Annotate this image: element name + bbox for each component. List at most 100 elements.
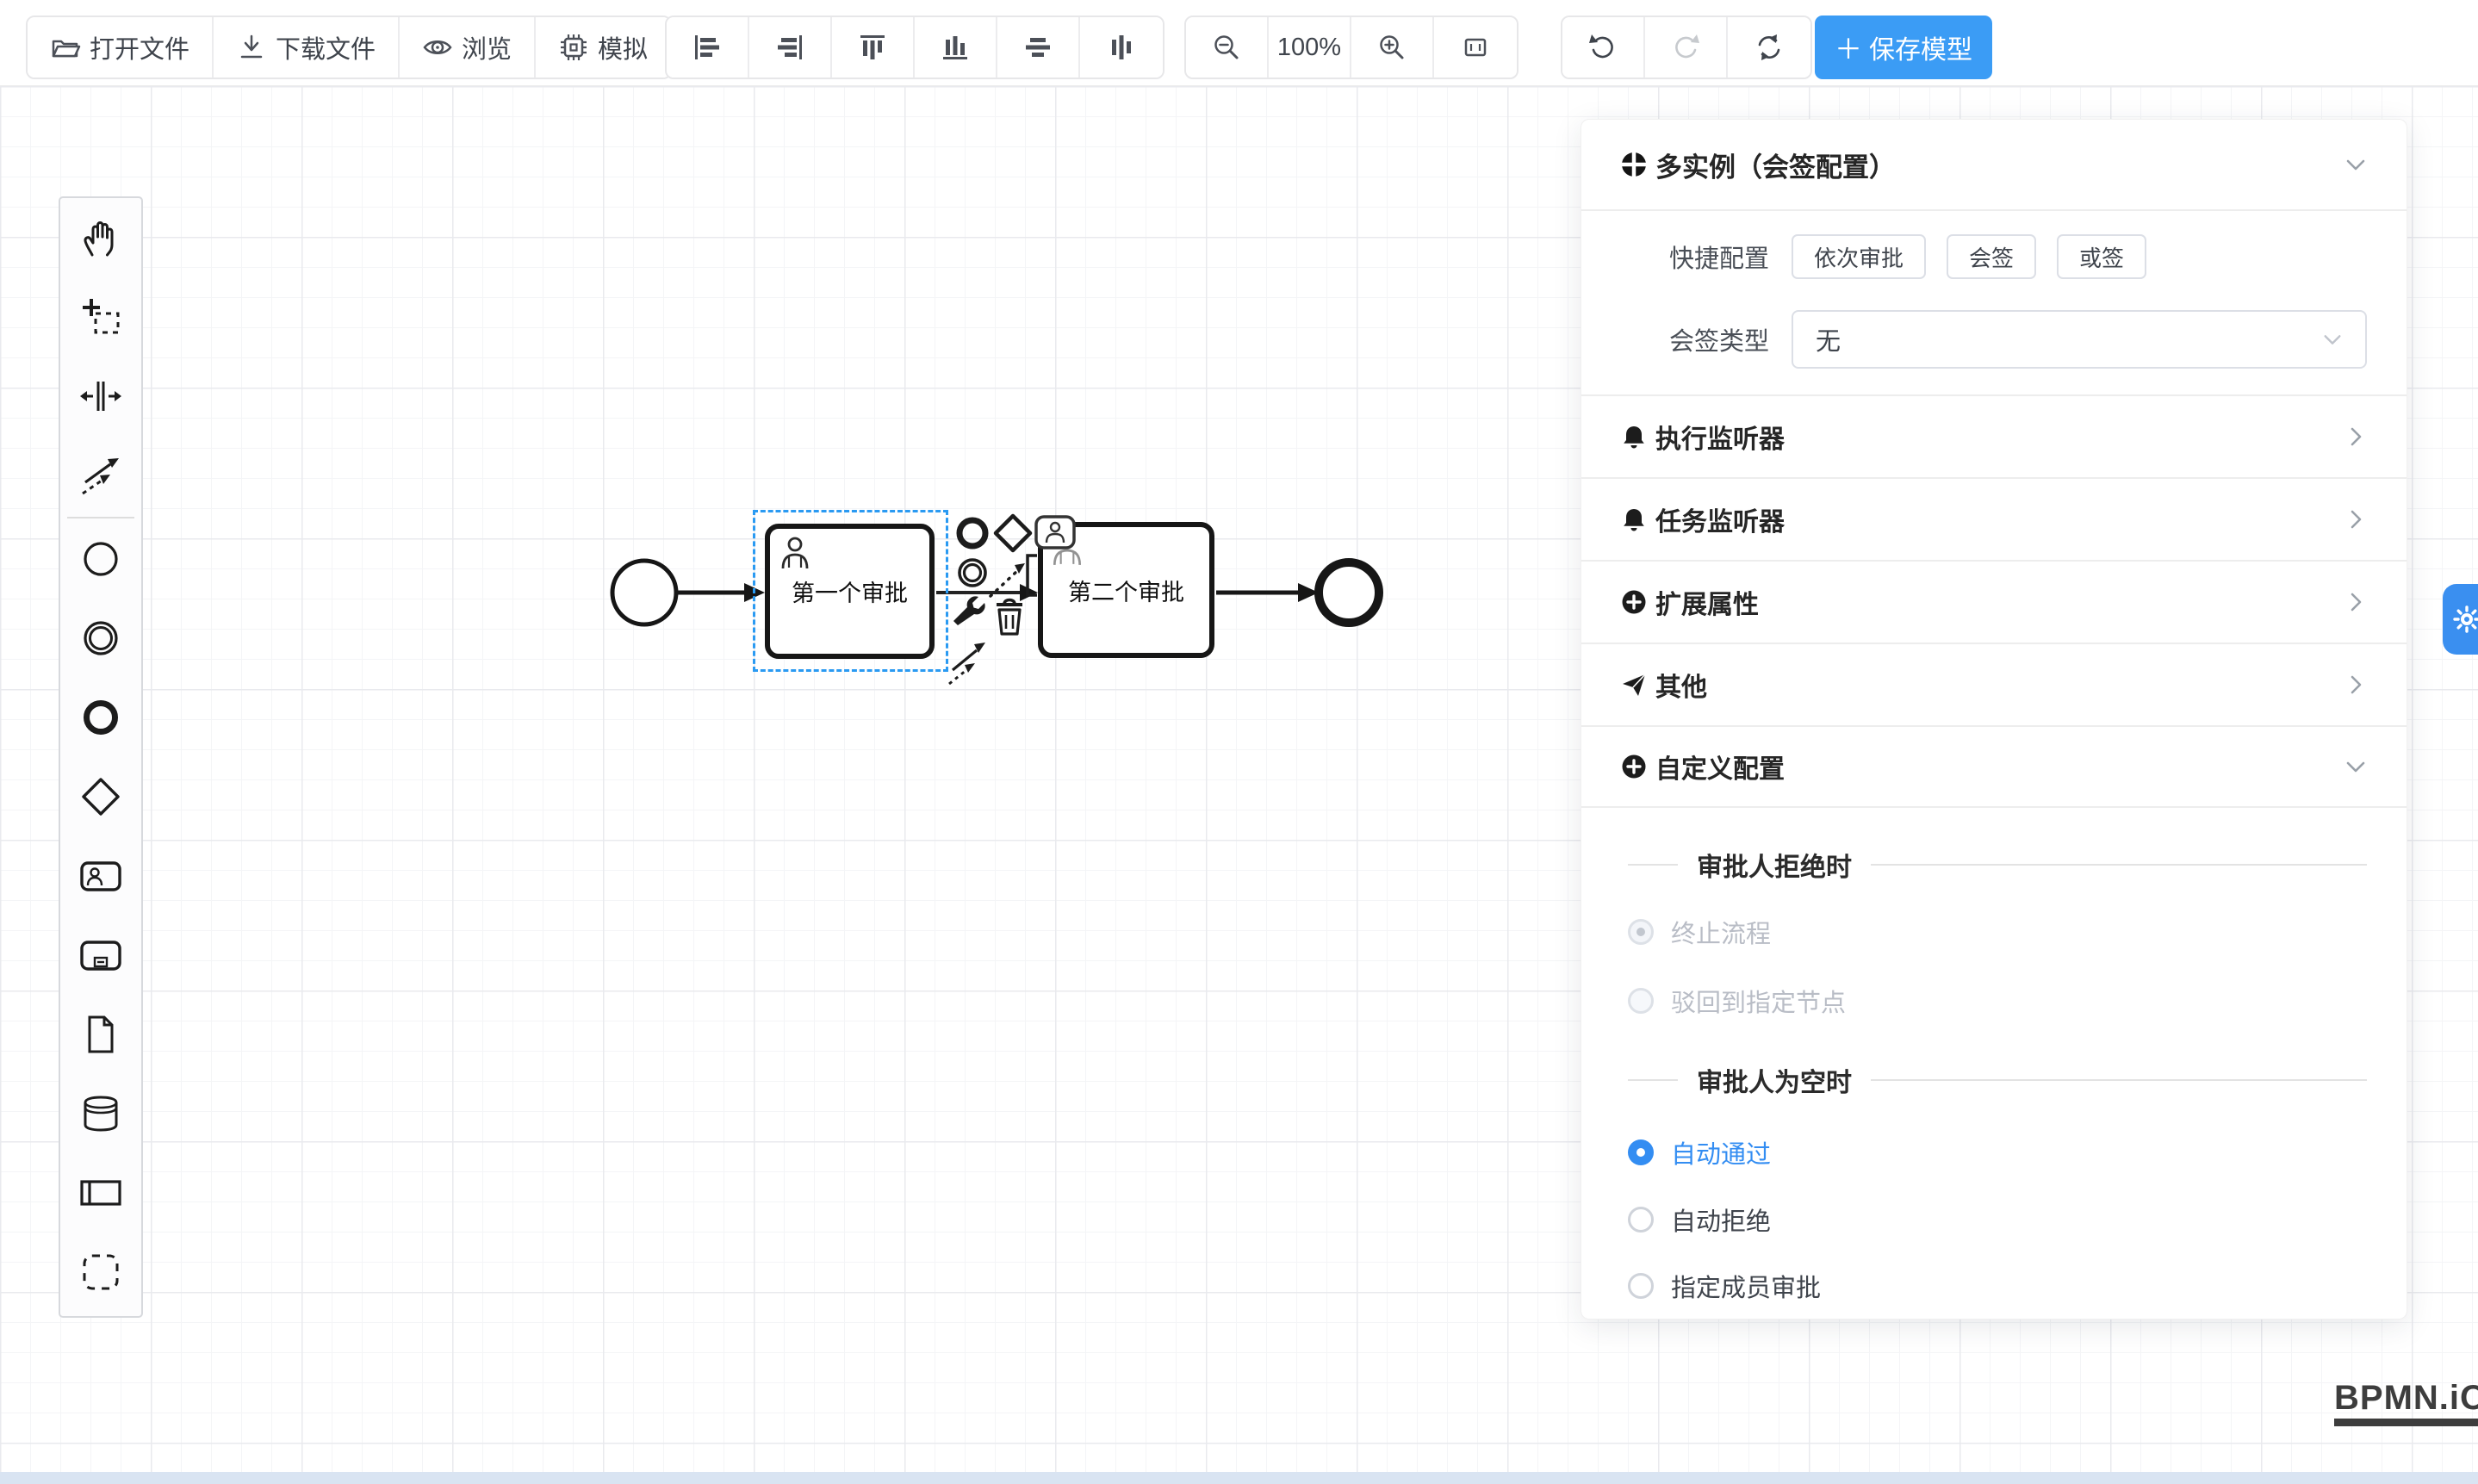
sign-type-value: 无 <box>1816 321 1841 357</box>
radio-icon[interactable] <box>1628 1207 1654 1233</box>
section-custom-config[interactable]: 自定义配置 <box>1581 725 2407 808</box>
file-tool-group: 打开文件 下载文件 浏览 <box>26 16 672 79</box>
align-center-vertical-icon <box>1104 30 1139 65</box>
empty-group-title: 审批人为空时 <box>1621 1063 2367 1097</box>
append-gateway-button[interactable] <box>996 516 1030 550</box>
radio-icon[interactable] <box>1628 1139 1654 1165</box>
folder-open-icon <box>50 32 81 63</box>
download-file-label: 下载文件 <box>276 29 376 65</box>
wrench-button[interactable] <box>953 596 985 625</box>
option-sequential-approval[interactable]: 依次审批 <box>1792 234 1926 279</box>
lasso-tool[interactable] <box>59 277 142 357</box>
append-text-annotation-button[interactable] <box>991 556 1037 596</box>
align-top-button[interactable] <box>832 17 915 78</box>
zoom-tool-group: 100% <box>1184 16 1518 79</box>
section-extended-properties[interactable]: 扩展属性 <box>1581 560 2407 643</box>
chevron-right-icon <box>2344 591 2367 613</box>
trash-button[interactable] <box>997 600 1022 635</box>
settings-tab[interactable] <box>2443 584 2478 655</box>
toolbar: 打开文件 下载文件 浏览 <box>0 0 2478 86</box>
task-first-approval[interactable]: 第一个审批 <box>765 524 935 659</box>
simulate-button[interactable]: 模拟 <box>536 17 670 78</box>
align-right-button[interactable] <box>749 17 832 78</box>
align-bottom-icon <box>938 30 972 65</box>
align-right-icon <box>773 30 807 65</box>
chevron-down-icon <box>2344 153 2367 176</box>
zoom-out-icon <box>1211 32 1242 63</box>
sign-type-label: 会签类型 <box>1621 321 1769 357</box>
space-tool[interactable] <box>59 357 142 436</box>
chevron-down-icon <box>2344 755 2367 778</box>
reset-icon <box>1753 31 1786 64</box>
option-countersign[interactable]: 会签 <box>1947 234 2036 279</box>
radio-icon <box>1628 919 1654 945</box>
open-file-label: 打开文件 <box>90 29 189 65</box>
append-user-task-button[interactable] <box>1036 517 1074 548</box>
zoom-out-button[interactable] <box>1186 17 1269 78</box>
create-subprocess[interactable] <box>59 916 142 995</box>
create-gateway[interactable] <box>59 757 142 836</box>
radio-icon <box>1628 988 1654 1014</box>
zoom-level-display[interactable]: 100% <box>1269 17 1351 78</box>
zoom-in-button[interactable] <box>1351 17 1434 78</box>
reset-button[interactable] <box>1728 17 1810 78</box>
align-top-icon <box>855 30 890 65</box>
section-task-listener[interactable]: 任务监听器 <box>1581 477 2407 560</box>
radio-terminate-process: 终止流程 <box>1621 913 2367 951</box>
radio-auto-pass[interactable]: 自动通过 <box>1621 1133 2367 1171</box>
create-end-event[interactable] <box>59 678 142 757</box>
user-task-icon <box>79 854 122 897</box>
save-model-button[interactable]: ＋ 保存模型 <box>1815 16 1992 79</box>
custom-config-body: 审批人拒绝时 终止流程 驳回到指定节点 审批人为空时 自动通过 <box>1581 848 2407 1305</box>
sign-type-row: 会签类型 无 <box>1581 310 2407 369</box>
option-or-sign[interactable]: 或签 <box>2057 234 2146 279</box>
hand-icon <box>79 216 122 259</box>
plus-circle-icon <box>1621 589 1647 615</box>
radio-icon[interactable] <box>1628 1273 1654 1299</box>
context-pad <box>946 506 1088 689</box>
create-intermediate-event[interactable] <box>59 599 142 678</box>
panel-header[interactable]: 多实例（会签配置） <box>1581 120 2407 211</box>
create-group[interactable] <box>59 1233 142 1312</box>
undo-button[interactable] <box>1562 17 1645 78</box>
radio-assign-member[interactable]: 指定成员审批 <box>1621 1267 2367 1305</box>
create-start-event[interactable] <box>59 519 142 599</box>
bell-icon <box>1621 506 1647 532</box>
radio-auto-reject[interactable]: 自动拒绝 <box>1621 1201 2367 1239</box>
end-event-icon <box>79 696 122 739</box>
append-end-event-button[interactable] <box>960 520 985 546</box>
sign-type-select[interactable]: 无 <box>1792 310 2367 369</box>
group-icon <box>79 1251 122 1294</box>
data-store-icon <box>79 1092 122 1135</box>
zoom-fit-icon <box>1460 32 1491 63</box>
align-bottom-button[interactable] <box>915 17 997 78</box>
preview-button[interactable]: 浏览 <box>400 17 536 78</box>
start-event-shape[interactable] <box>612 561 676 624</box>
radio-return-to-node: 驳回到指定节点 <box>1621 982 2367 1020</box>
create-data-store[interactable] <box>59 1074 142 1153</box>
page-bottom-strip <box>0 1472 2478 1484</box>
end-event-shape[interactable] <box>1319 562 1379 623</box>
align-left-button[interactable] <box>667 17 749 78</box>
redo-button[interactable] <box>1645 17 1728 78</box>
section-other[interactable]: 其他 <box>1581 643 2407 725</box>
create-data-object[interactable] <box>59 995 142 1074</box>
section-label: 任务监听器 <box>1655 500 1785 538</box>
align-center-horizontal-button[interactable] <box>997 17 1080 78</box>
lasso-icon <box>79 295 122 338</box>
create-participant[interactable] <box>59 1153 142 1233</box>
global-connect-tool[interactable] <box>59 436 142 515</box>
align-center-vertical-button[interactable] <box>1080 17 1163 78</box>
connect-button[interactable] <box>949 643 985 684</box>
undo-icon <box>1587 31 1619 64</box>
create-user-task[interactable] <box>59 836 142 916</box>
zoom-fit-button[interactable] <box>1434 17 1517 78</box>
gateway-icon <box>79 775 122 818</box>
bpmn-io-watermark: BPMN.iO <box>2334 1379 2478 1426</box>
chevron-right-icon <box>2344 508 2367 531</box>
open-file-button[interactable]: 打开文件 <box>28 17 214 78</box>
download-file-button[interactable]: 下载文件 <box>214 17 400 78</box>
append-intermediate-event-button[interactable] <box>960 560 985 586</box>
section-execution-listener[interactable]: 执行监听器 <box>1581 394 2407 477</box>
hand-tool[interactable] <box>59 198 142 277</box>
